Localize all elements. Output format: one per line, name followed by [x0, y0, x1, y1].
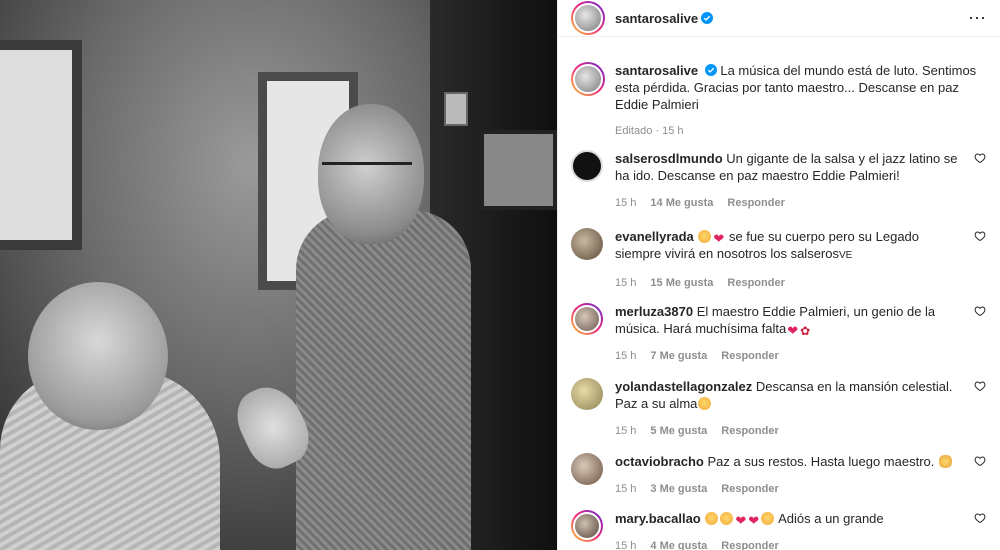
- comment-item: mary.bacallao ❤ ❤ Adiós a un grande 15 h 4…: [571, 510, 986, 550]
- post-header: santarosalive ⋯: [558, 0, 1000, 37]
- comment-likes[interactable]: 4 Me gusta: [650, 538, 707, 550]
- comment-likes[interactable]: 5 Me gusta: [650, 423, 707, 440]
- caption-meta: Editado · 15 h: [615, 125, 684, 137]
- comment-item: yolandastellagonzalez Descansa en la man…: [571, 378, 986, 440]
- broken-heart-emoji: ❤: [735, 513, 747, 528]
- heart-outline-icon[interactable]: [974, 152, 986, 164]
- caption-avatar[interactable]: [571, 62, 605, 96]
- face-emoji: [761, 512, 775, 525]
- face-emoji: [720, 512, 734, 525]
- reply-button[interactable]: Responder: [721, 423, 778, 440]
- heart-outline-icon[interactable]: [974, 380, 986, 392]
- comment-likes[interactable]: 14 Me gusta: [650, 195, 713, 212]
- author-avatar[interactable]: [571, 1, 605, 35]
- heart-outline-icon[interactable]: [974, 230, 986, 242]
- commenter-avatar[interactable]: [571, 453, 603, 485]
- reply-button[interactable]: Responder: [721, 481, 778, 498]
- commenter-avatar[interactable]: [571, 150, 603, 182]
- author-username[interactable]: santarosalive: [615, 11, 698, 26]
- comment-item: salserosdlmundo Un gigante de la salsa y…: [571, 150, 986, 212]
- comment-likes[interactable]: 15 Me gusta: [650, 275, 713, 292]
- rose-emoji: ✿: [800, 324, 811, 338]
- commenter-avatar[interactable]: [571, 228, 603, 260]
- caption-username[interactable]: santarosalive: [615, 63, 698, 78]
- face-emoji: [698, 230, 712, 243]
- verified-badge-icon: [704, 64, 717, 76]
- comment-time[interactable]: 15 h: [615, 481, 636, 498]
- comment-item: merluza3870 El maestro Eddie Palmieri, u…: [571, 303, 986, 365]
- red-heart-emoji: ❤: [713, 231, 725, 246]
- heart-outline-icon[interactable]: [974, 512, 986, 524]
- commenter-username[interactable]: merluza3870: [615, 304, 693, 319]
- raised-hands-emoji: [939, 455, 952, 468]
- more-options-icon[interactable]: ⋯: [968, 9, 987, 27]
- commenter-username[interactable]: salserosdlmundo: [615, 151, 723, 166]
- sparkle-heart-emoji: ❤: [748, 513, 760, 528]
- commenter-avatar[interactable]: [571, 303, 603, 335]
- face-emoji: [698, 397, 712, 410]
- face-emoji: [705, 512, 719, 525]
- post-sidebar: santarosalive ⋯ santarosalive La música …: [557, 0, 1000, 550]
- commenter-username[interactable]: octaviobracho: [615, 454, 704, 469]
- comment-time[interactable]: 15 h: [615, 195, 636, 212]
- commenter-avatar[interactable]: [571, 510, 603, 542]
- reply-button[interactable]: Responder: [727, 275, 784, 292]
- commenter-username[interactable]: mary.bacallao: [615, 511, 701, 526]
- reply-button[interactable]: Responder: [721, 538, 778, 550]
- post-photo[interactable]: [0, 0, 557, 550]
- comment-likes[interactable]: 7 Me gusta: [650, 348, 707, 365]
- commenter-username[interactable]: evanellyrada: [615, 229, 694, 244]
- reply-button[interactable]: Responder: [727, 195, 784, 212]
- commenter-username[interactable]: yolandastellagonzalez: [615, 379, 752, 394]
- comment-suffix: VE: [838, 250, 853, 261]
- comment-text: Adiós a un grande: [778, 511, 884, 526]
- commenter-avatar[interactable]: [571, 378, 603, 410]
- comment-time[interactable]: 15 h: [615, 423, 636, 440]
- verified-badge-icon: [701, 12, 714, 24]
- comment-item: evanellyrada ❤ se fue su cuerpo pero su …: [571, 228, 986, 292]
- heart-outline-icon[interactable]: [974, 305, 986, 317]
- reply-button[interactable]: Responder: [721, 348, 778, 365]
- comment-text: Paz a sus restos. Hasta luego maestro.: [707, 454, 935, 469]
- comment-likes[interactable]: 3 Me gusta: [650, 481, 707, 498]
- comment-item: octaviobracho Paz a sus restos. Hasta lu…: [571, 453, 986, 498]
- comment-time[interactable]: 15 h: [615, 275, 636, 292]
- comment-time[interactable]: 15 h: [615, 348, 636, 365]
- heart-outline-icon[interactable]: [974, 455, 986, 467]
- red-heart-emoji: ❤: [787, 323, 799, 338]
- comment-time[interactable]: 15 h: [615, 538, 636, 550]
- post-caption: santarosalive La música del mundo está d…: [571, 62, 986, 140]
